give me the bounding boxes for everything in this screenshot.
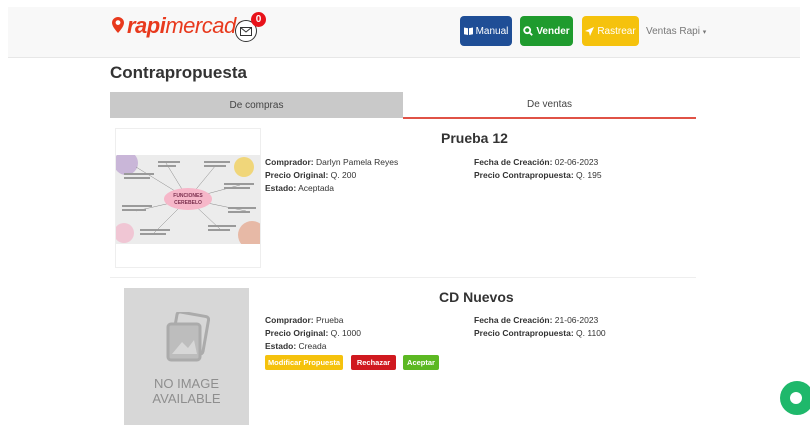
reject-button[interactable]: Rechazar — [351, 355, 396, 370]
location-arrow-icon — [585, 26, 595, 36]
rapimercado-logo[interactable]: rapi mercado — [112, 13, 248, 38]
offer-separator — [110, 277, 696, 278]
user-menu-dropdown[interactable]: Ventas Rapi ▾ — [646, 26, 706, 37]
chat-icon — [790, 392, 802, 404]
rastrear-label: Rastrear — [597, 25, 636, 37]
product-image-cd-nuevos[interactable]: NO IMAGE AVAILABLE — [124, 288, 249, 425]
offer-counter-price: Precio Contrapropuesta: Q. 1100 — [474, 328, 606, 338]
search-icon — [523, 26, 534, 36]
rastrear-button[interactable]: Rastrear — [582, 16, 639, 46]
caret-down-icon: ▾ — [702, 29, 707, 36]
offer-title: CD Nuevos — [439, 289, 514, 305]
offer-status: Estado: Creada — [265, 341, 327, 351]
mindmap-caption: FUNCIONES CEREBELO — [173, 193, 203, 206]
offer-original-price: Precio Original: Q. 1000 — [265, 328, 361, 338]
no-image-text: NO IMAGE AVAILABLE — [152, 376, 221, 406]
offer-title: Prueba 12 — [441, 130, 508, 146]
product-image-prueba-12[interactable]: FUNCIONES CEREBELO — [115, 128, 261, 268]
tab-de-compras[interactable]: De compras — [110, 92, 403, 118]
no-image-icon — [166, 312, 210, 362]
location-pin-icon — [112, 17, 124, 33]
tab-label: De compras — [229, 99, 284, 111]
page-title: Contrapropuesta — [110, 63, 247, 82]
vender-button[interactable]: Vender — [520, 16, 573, 46]
tab-de-ventas[interactable]: De ventas — [403, 92, 696, 119]
manual-label: Manual — [475, 25, 509, 37]
manual-button[interactable]: Manual — [460, 16, 512, 46]
offer-status: Estado: Aceptada — [265, 183, 334, 193]
offer-original-price: Precio Original: Q. 200 — [265, 170, 357, 180]
user-menu-label: Ventas Rapi — [646, 26, 700, 37]
notification-badge: 0 — [251, 12, 266, 27]
vender-label: Vender — [536, 25, 570, 37]
accept-button[interactable]: Aceptar — [403, 355, 439, 370]
offer-buyer: Comprador: Prueba — [265, 315, 344, 325]
mail-button[interactable]: 0 — [235, 12, 266, 44]
book-icon — [463, 27, 473, 35]
logo-text-rapi: rapi — [127, 13, 166, 38]
offer-created-date: Fecha de Creación: 02-06-2023 — [474, 157, 599, 167]
offer-created-date: Fecha de Creación: 21-06-2023 — [474, 315, 599, 325]
chat-button[interactable] — [780, 381, 810, 415]
tab-label: De ventas — [526, 99, 573, 110]
modify-proposal-button[interactable]: Modificar Propuesta — [265, 355, 343, 370]
offer-buyer: Comprador: Darlyn Pamela Reyes — [265, 157, 399, 167]
offer-counter-price: Precio Contrapropuesta: Q. 195 — [474, 170, 602, 180]
